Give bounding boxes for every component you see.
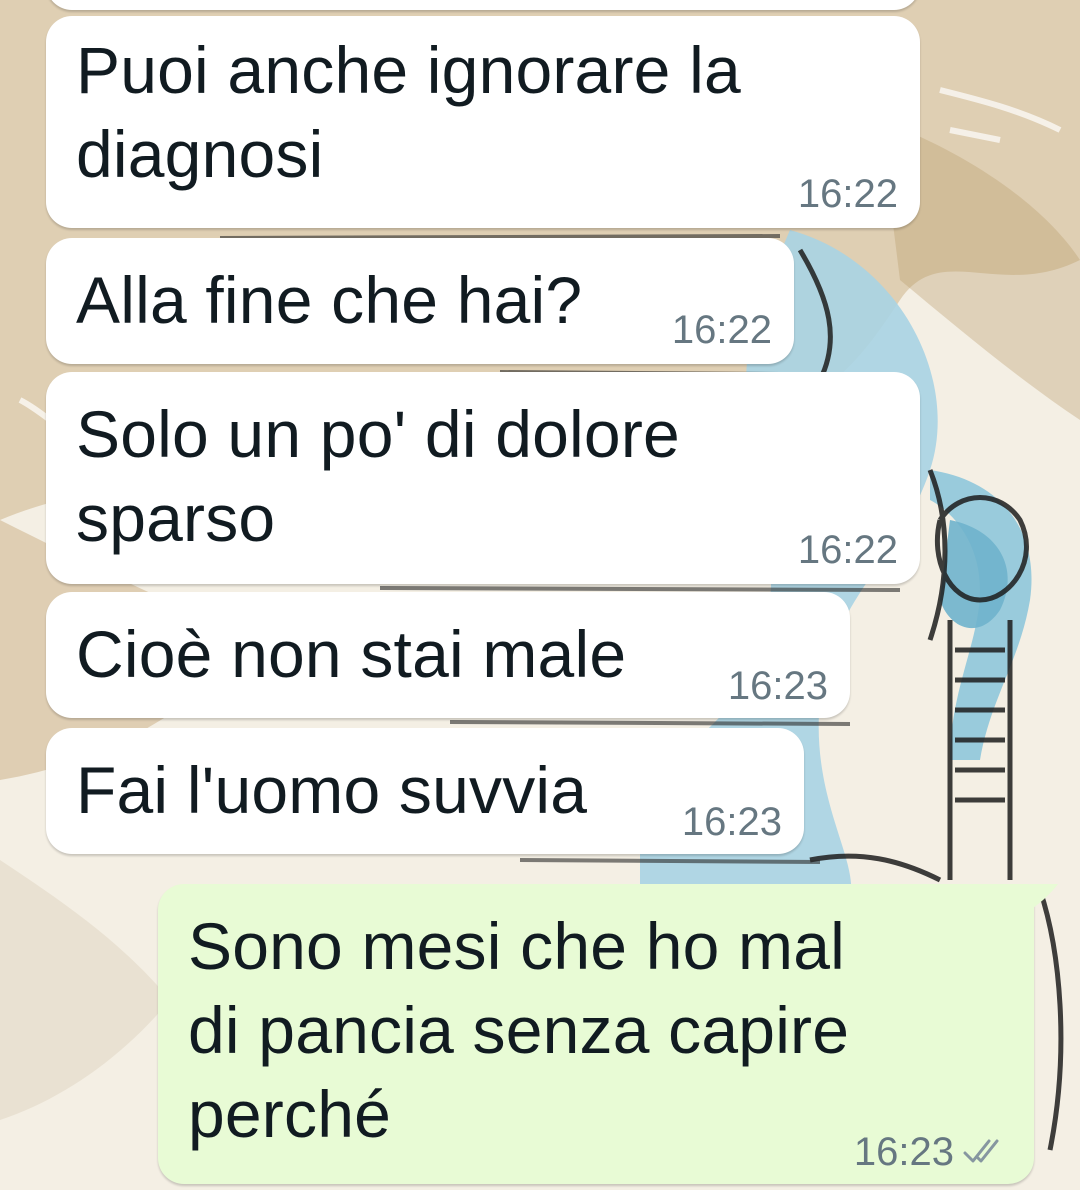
message-bubble-incoming[interactable]: Alla fine che hai? 16:22 — [46, 238, 794, 364]
message-text: Fai l'uomo suvvia — [76, 753, 588, 827]
message-timestamp: 16:22 — [671, 308, 772, 352]
message-text: Puoi anche ignorare la diagnosi — [76, 33, 741, 191]
message-timestamp: 16:23 — [681, 800, 782, 844]
chat-thread: Puoi anche ignorare la diagnosi 16:22 Al… — [0, 0, 1080, 1190]
message-text: Cioè non stai male — [76, 617, 627, 691]
previous-message-fragment[interactable] — [46, 0, 920, 10]
message-timestamp: 16:22 — [797, 528, 898, 572]
message-text: Sono mesi che ho mal di pancia senza cap… — [188, 909, 850, 1151]
message-text: Solo un po' di dolore sparso — [76, 397, 680, 555]
message-timestamp: 16:23 — [727, 664, 828, 708]
message-timestamp: 16:23 — [853, 1130, 954, 1174]
outgoing-bubble-tail — [1030, 884, 1058, 910]
message-bubble-incoming[interactable]: Puoi anche ignorare la diagnosi 16:22 — [46, 16, 920, 228]
message-bubble-incoming[interactable]: Cioè non stai male 16:23 — [46, 592, 850, 718]
message-bubble-outgoing[interactable]: Sono mesi che ho mal di pancia senza cap… — [158, 884, 1034, 1184]
message-timestamp: 16:22 — [797, 172, 898, 216]
message-bubble-incoming[interactable]: Solo un po' di dolore sparso 16:22 — [46, 372, 920, 584]
double-check-icon — [963, 1139, 999, 1163]
message-text: Alla fine che hai? — [76, 263, 583, 337]
message-bubble-incoming[interactable]: Fai l'uomo suvvia 16:23 — [46, 728, 804, 854]
